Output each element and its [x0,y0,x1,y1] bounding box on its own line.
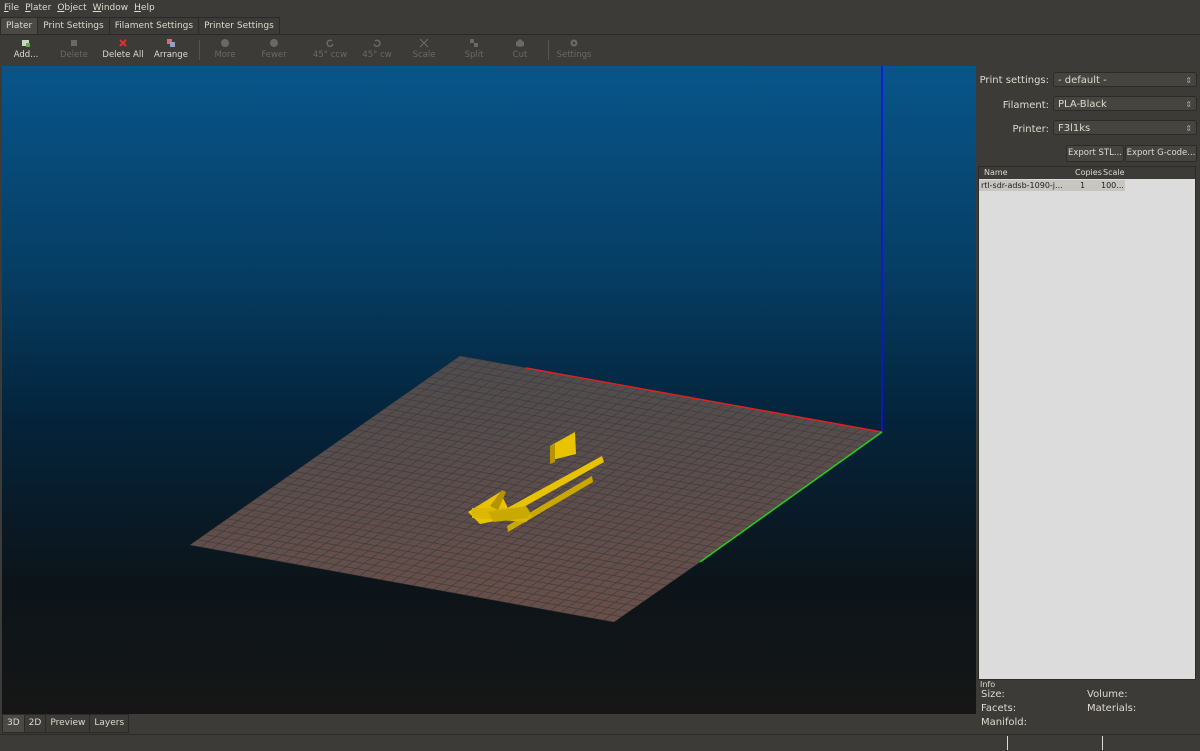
menu-plater[interactable]: Plater [21,0,53,16]
tab-printer-settings[interactable]: Printer Settings [198,17,280,34]
info-materials: Materials: [1087,703,1137,714]
close-icon [119,39,127,47]
object-name: rtl-sdr-adsb-1090-j... [981,181,1063,190]
scale-button[interactable]: Scale [410,38,438,64]
arrange-button[interactable]: Arrange [153,38,189,64]
gear-icon [570,39,578,47]
print-settings-select[interactable]: - default - ⇕ [1053,72,1197,87]
info-volume: Volume: [1087,689,1128,700]
delete-all-button[interactable]: Delete All [102,38,144,64]
object-list[interactable]: Name Copies Scale rtl-sdr-adsb-1090-j...… [978,166,1196,680]
column-name[interactable]: Name [984,167,1008,179]
plus-icon [221,39,229,47]
rotate-cw-icon [373,39,381,48]
cut-icon [516,39,524,47]
table-row[interactable]: rtl-sdr-adsb-1090-j... 1 100... [979,180,1125,191]
print-settings-label: Print settings: [979,75,1049,86]
menu-window[interactable]: Window [89,0,131,16]
arrange-icon [167,39,175,47]
toolbar-separator [199,40,200,60]
fewer-button[interactable]: Fewer [259,38,289,64]
toolbar: Add... Delete Delete All Arrange More Fe… [0,35,1200,66]
tab-preview[interactable]: Preview [45,714,91,733]
more-button[interactable]: More [212,38,238,64]
object-copies: 1 [1080,181,1086,190]
main-tabs: Plater Print Settings Filament Settings … [0,17,1200,35]
column-copies[interactable]: Copies [1075,167,1103,179]
delete-icon [71,40,77,46]
scene [189,66,883,623]
add-button[interactable]: Add... [12,38,40,64]
tab-print-settings[interactable]: Print Settings [37,17,110,34]
delete-button[interactable]: Delete [58,38,90,64]
printer-select[interactable]: F3l1ks ⇕ [1053,120,1197,135]
scale-icon [419,38,429,48]
info-manifold: Manifold: [981,717,1028,728]
chevron-updown-icon: ⇕ [1185,124,1192,133]
info-facets: Facets: [981,703,1017,714]
3d-viewport[interactable] [2,66,976,714]
filament-label: Filament: [1002,100,1049,111]
printer-label: Printer: [1012,124,1049,135]
settings-button[interactable]: Settings [556,38,592,64]
tab-layers[interactable]: Layers [89,714,130,733]
view-tabs: 3D 2D Preview Layers [2,714,130,733]
cut-button[interactable]: Cut [510,38,530,64]
object-list-header: Name Copies Scale [979,167,1195,179]
status-bar [0,734,1200,751]
status-divider [1102,736,1103,750]
filament-select[interactable]: PLA-Black ⇕ [1053,96,1197,111]
status-divider [1007,736,1008,750]
add-icon [22,40,30,47]
rotate-ccw-button[interactable]: 45° ccw [311,38,349,64]
rotate-ccw-icon [326,39,334,48]
split-button[interactable]: Split [463,38,485,64]
chevron-updown-icon: ⇕ [1185,76,1192,85]
rotate-cw-button[interactable]: 45° cw [362,38,392,64]
column-scale[interactable]: Scale [1103,167,1125,179]
menu-bar: File Plater Object Window Help [0,0,1200,16]
minus-icon [270,39,278,47]
export-gcode-button[interactable]: Export G-code... [1125,145,1197,162]
tab-3d[interactable]: 3D [2,714,25,733]
tab-plater[interactable]: Plater [0,17,39,34]
split-icon [470,39,478,47]
menu-help[interactable]: Help [130,0,157,16]
info-title: Info [980,680,996,689]
export-stl-button[interactable]: Export STL... [1066,145,1124,162]
right-panel: Print settings: - default - ⇕ Filament: P… [977,66,1200,734]
menu-file[interactable]: File [0,0,21,16]
chevron-updown-icon: ⇕ [1185,100,1192,109]
object-scale: 100... [1101,181,1124,190]
tab-filament-settings[interactable]: Filament Settings [108,17,200,34]
toolbar-separator [548,40,549,60]
menu-object[interactable]: Object [53,0,88,16]
info-size: Size: [981,689,1005,700]
tab-2d[interactable]: 2D [23,714,47,733]
